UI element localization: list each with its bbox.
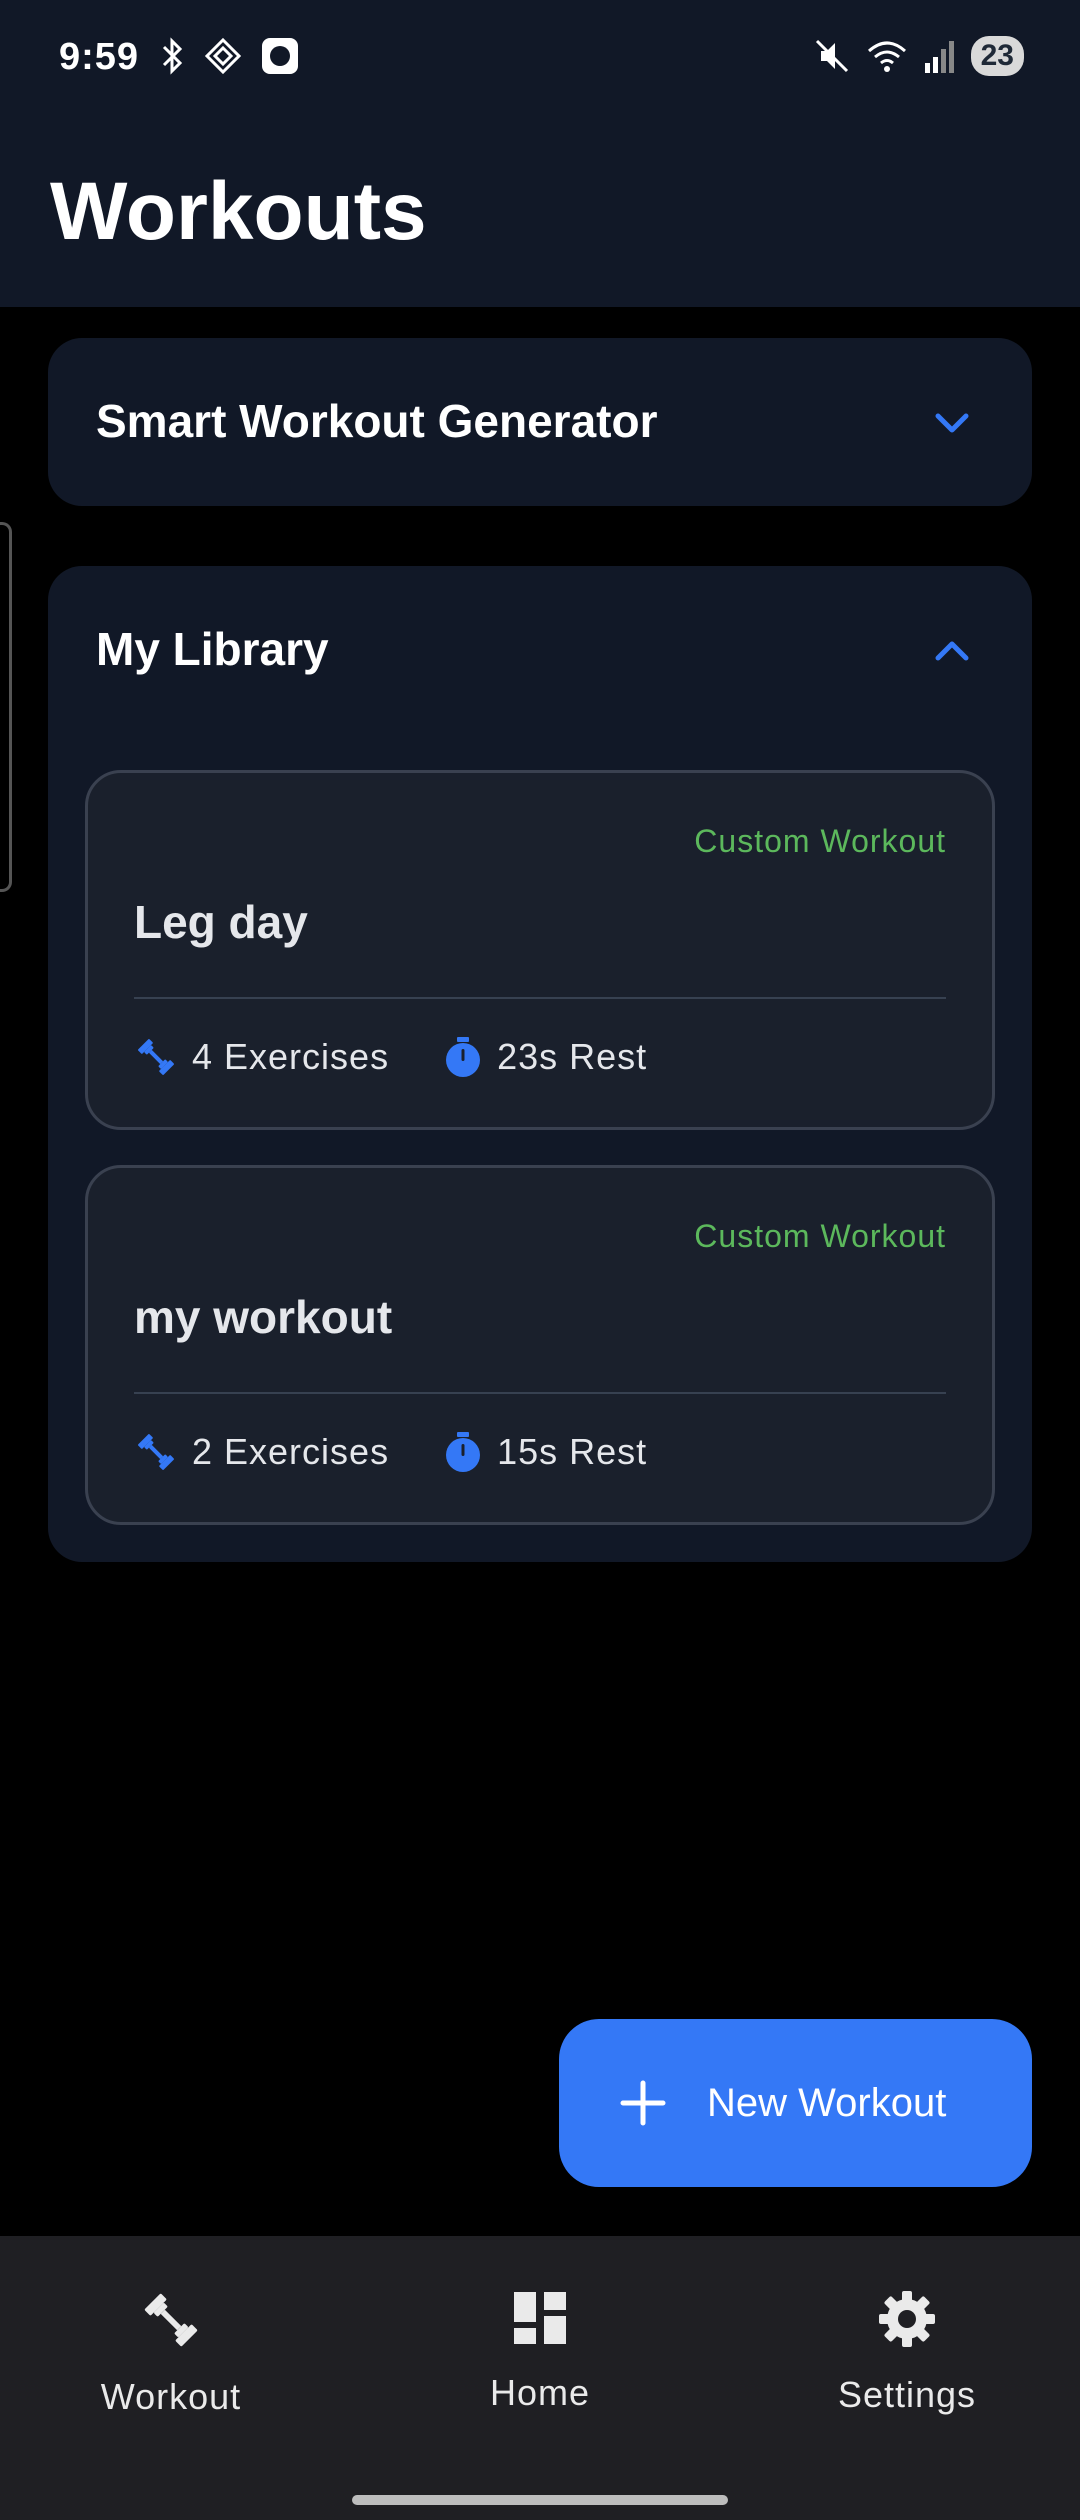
workout-type-tag: Custom Workout bbox=[694, 1218, 946, 1254]
divider bbox=[134, 997, 946, 999]
dumbbell-icon bbox=[138, 1039, 174, 1075]
workout-card[interactable]: Custom Workout Leg day 4 Exercises 23s R… bbox=[85, 770, 995, 1130]
mute-icon bbox=[815, 39, 848, 73]
nav-item-settings[interactable]: Settings bbox=[757, 2288, 1057, 2416]
bottom-navigation: Workout Home Settings bbox=[0, 2236, 1080, 2520]
smart-workout-generator-card[interactable]: Smart Workout Generator bbox=[48, 338, 1032, 506]
page-title: Workouts bbox=[50, 166, 427, 257]
workout-name: my workout bbox=[134, 1291, 393, 1343]
signal-icon bbox=[924, 41, 954, 73]
app-header: 9:59 23 Workouts bbox=[0, 0, 1080, 307]
new-workout-button[interactable]: New Workout bbox=[559, 2019, 1032, 2187]
nav-label: Workout bbox=[100, 2376, 242, 2417]
new-workout-label: New Workout bbox=[707, 2080, 947, 2125]
dumbbell-icon bbox=[144, 2293, 198, 2347]
dashboard-icon bbox=[514, 2292, 566, 2344]
stopwatch-icon bbox=[446, 1037, 481, 1077]
chevron-up-icon[interactable] bbox=[932, 630, 972, 670]
rest-duration: 23s Rest bbox=[497, 1036, 648, 1077]
exercise-count: 2 Exercises bbox=[192, 1431, 390, 1472]
nav-item-workout[interactable]: Workout bbox=[21, 2288, 321, 2418]
nav-label: Home bbox=[489, 2372, 591, 2413]
status-time: 9:59 bbox=[59, 36, 140, 78]
gesture-home-bar[interactable] bbox=[352, 2495, 728, 2505]
plus-icon bbox=[620, 2080, 666, 2126]
edge-handle[interactable] bbox=[0, 522, 12, 892]
workouts-screen: 9:59 23 Workouts Smart Workout Generator… bbox=[0, 0, 1080, 2520]
nav-item-home[interactable]: Home bbox=[390, 2288, 690, 2414]
app-icon bbox=[262, 38, 298, 74]
nav-label: Settings bbox=[837, 2374, 977, 2415]
generator-title: Smart Workout Generator bbox=[96, 395, 658, 447]
workout-card[interactable]: Custom Workout my workout 2 Exercises 15… bbox=[85, 1165, 995, 1525]
dumbbell-icon bbox=[138, 1434, 174, 1470]
workout-name: Leg day bbox=[134, 896, 308, 948]
divider bbox=[134, 1392, 946, 1394]
bluetooth-icon bbox=[162, 37, 183, 75]
my-library-card: My Library Custom Workout Leg day 4 Exer… bbox=[48, 566, 1032, 1562]
battery-indicator: 23 bbox=[970, 36, 1024, 76]
status-bar: 9:59 23 bbox=[0, 0, 1080, 120]
rest-duration: 15s Rest bbox=[497, 1431, 648, 1472]
stopwatch-icon bbox=[446, 1432, 481, 1472]
exercise-count: 4 Exercises bbox=[192, 1036, 390, 1077]
chevron-down-icon[interactable] bbox=[932, 402, 972, 442]
gear-icon bbox=[879, 2291, 935, 2347]
nfc-icon bbox=[204, 37, 242, 75]
library-title: My Library bbox=[96, 623, 329, 675]
wifi-icon bbox=[867, 41, 906, 72]
workout-type-tag: Custom Workout bbox=[694, 823, 946, 859]
